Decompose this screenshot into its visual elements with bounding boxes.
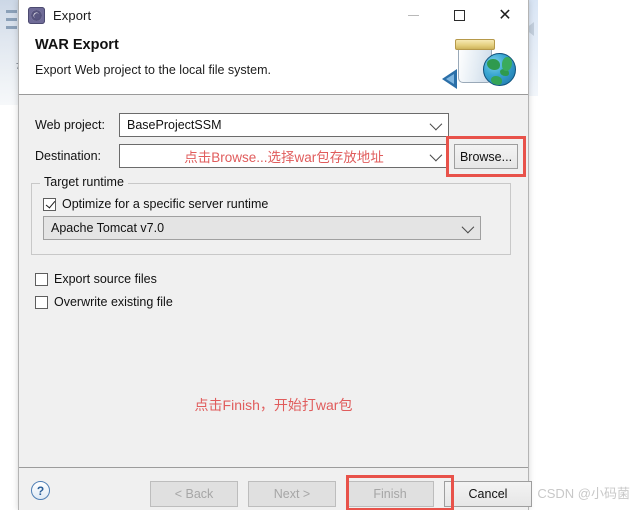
export-dialog: Export ✕ WAR Export Export Web project t… — [18, 0, 532, 510]
target-runtime-group: Target runtime Optimize for a specific s… — [31, 175, 511, 255]
minimize-button[interactable] — [390, 0, 436, 31]
dialog-header: WAR Export Export Web project to the loc… — [19, 31, 528, 95]
export-gear-icon — [28, 7, 45, 24]
maximize-icon — [453, 10, 465, 21]
destination-combo[interactable]: 点击Browse...选择war包存放地址 — [119, 144, 449, 168]
target-runtime-legend: Target runtime — [40, 175, 128, 189]
overwrite-existing-file-row[interactable]: Overwrite existing file — [35, 293, 173, 311]
close-icon: ✕ — [498, 6, 512, 24]
browse-button[interactable]: Browse... — [454, 144, 518, 169]
optimize-runtime-checkbox-row[interactable]: Optimize for a specific server runtime — [43, 195, 268, 213]
help-icon[interactable]: ? — [31, 481, 50, 500]
minimize-icon — [407, 15, 419, 16]
overwrite-existing-file-label: Overwrite existing file — [54, 295, 173, 309]
dialog-body: Web project: BaseProjectSSM Destination:… — [19, 95, 528, 467]
footer-button-group: < Back Next > Finish Cancel — [150, 481, 532, 507]
close-button[interactable]: ✕ — [482, 0, 528, 31]
destination-value: 点击Browse...选择war包存放地址 — [184, 150, 384, 165]
optimize-runtime-label: Optimize for a specific server runtime — [62, 197, 269, 211]
finish-button[interactable]: Finish — [346, 481, 434, 507]
optimize-runtime-checkbox[interactable] — [43, 197, 56, 211]
back-button[interactable]: < Back — [150, 481, 238, 507]
web-project-value: BaseProjectSSM — [127, 118, 222, 132]
page-description: Export Web project to the local file sys… — [35, 63, 271, 77]
destination-row: Destination: 点击Browse...选择war包存放地址 — [35, 144, 505, 168]
window-title: Export — [53, 8, 92, 23]
overwrite-existing-file-checkbox[interactable] — [35, 295, 48, 309]
next-button[interactable]: Next > — [248, 481, 336, 507]
page-title: WAR Export — [35, 37, 119, 53]
runtime-value: Apache Tomcat v7.0 — [51, 221, 165, 235]
screenshot-root: 7 Export ✕ — [0, 0, 634, 510]
dialog-titlebar: Export ✕ — [19, 0, 528, 31]
export-source-files-label: Export source files — [54, 272, 157, 286]
finish-hint-annotation: 点击Finish，开始打war包 — [194, 397, 353, 413]
chevron-down-icon — [429, 117, 443, 130]
web-project-combo[interactable]: BaseProjectSSM — [119, 113, 449, 137]
web-project-label: Web project: — [35, 118, 105, 132]
web-project-row: Web project: BaseProjectSSM — [35, 113, 505, 137]
maximize-button[interactable] — [436, 0, 482, 31]
export-source-files-row[interactable]: Export source files — [35, 270, 157, 288]
war-jar-globe-icon — [442, 33, 518, 91]
runtime-select[interactable]: Apache Tomcat v7.0 — [43, 216, 481, 240]
watermark: CSDN @小码菌 — [537, 486, 630, 501]
window-controls: ✕ — [390, 0, 528, 31]
dialog-footer: ? < Back Next > Finish Cancel — [19, 467, 532, 510]
export-source-files-checkbox[interactable] — [35, 272, 48, 286]
destination-label: Destination: — [35, 149, 102, 163]
chevron-down-icon — [461, 220, 475, 233]
cancel-button[interactable]: Cancel — [444, 481, 532, 507]
